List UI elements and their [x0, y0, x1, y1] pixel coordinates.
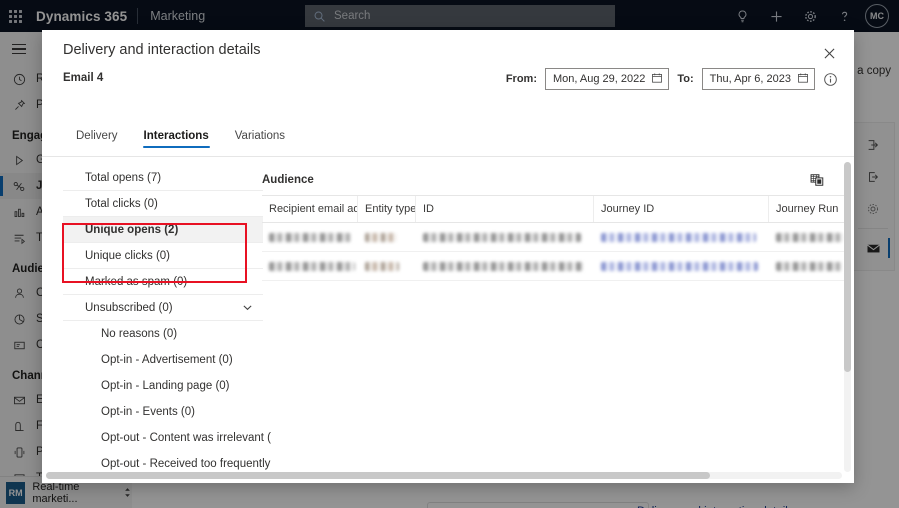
- dialog-tabs: Delivery Interactions Variations: [63, 126, 298, 150]
- metric-optout-content-irrelevant[interactable]: Opt-out - Content was irrelevant (: [63, 425, 271, 451]
- metric-label: Opt-out - Received too frequently: [101, 458, 271, 470]
- column-header-id[interactable]: ID: [416, 196, 594, 222]
- column-header-recipient-email-address[interactable]: Recipient email address: [262, 196, 358, 222]
- cell-entity-type: [358, 252, 416, 280]
- dialog-horizontal-scrollbar[interactable]: [46, 472, 842, 479]
- chevron-down-icon[interactable]: [242, 302, 253, 313]
- to-date-value: Thu, Apr 6, 2023: [709, 73, 791, 85]
- tab-variations[interactable]: Variations: [222, 126, 298, 150]
- cell-id: [416, 223, 594, 251]
- to-date-picker[interactable]: Thu, Apr 6, 2023: [701, 68, 815, 90]
- audience-header: Audience: [262, 165, 846, 195]
- metric-label: No reasons (0): [101, 328, 178, 340]
- cell-entity-type: [358, 223, 416, 251]
- tab-delivery[interactable]: Delivery: [63, 126, 131, 150]
- metric-total-opens[interactable]: Total opens (7): [63, 165, 263, 191]
- metric-unique-clicks[interactable]: Unique clicks (0): [63, 243, 263, 269]
- cell-journey-id: [594, 223, 769, 251]
- interaction-metric-list: Total opens (7) Total clicks (0) Unique …: [63, 165, 271, 477]
- audience-title: Audience: [262, 174, 314, 186]
- cell-id: [416, 252, 594, 280]
- table-row[interactable]: [262, 252, 846, 281]
- metric-label: Unsubscribed (0): [85, 301, 173, 314]
- cell-journey-run: [769, 252, 846, 280]
- metric-label: Opt-in - Advertisement (0): [101, 354, 233, 366]
- info-icon[interactable]: [823, 72, 838, 87]
- cell-journey-run: [769, 223, 846, 251]
- metric-label: Total clicks (0): [85, 197, 158, 210]
- dialog-vertical-scrollbar[interactable]: [844, 162, 851, 472]
- from-date-value: Mon, Aug 29, 2022: [553, 73, 646, 85]
- metric-label: Opt-in - Events (0): [101, 406, 195, 418]
- to-label: To:: [677, 73, 694, 85]
- email-name-label: Email 4: [63, 72, 104, 84]
- metric-label: Total opens (7): [85, 171, 162, 184]
- metric-marked-as-spam[interactable]: Marked as spam (0): [63, 269, 263, 295]
- metric-label: Unique clicks (0): [85, 249, 170, 262]
- audience-table-header: Recipient email address Entity type ID J…: [262, 195, 846, 223]
- scroll-thumb[interactable]: [844, 162, 851, 372]
- metric-optin-events[interactable]: Opt-in - Events (0): [63, 399, 263, 425]
- metric-unique-opens[interactable]: Unique opens (2): [63, 217, 263, 243]
- calendar-icon: [651, 72, 663, 87]
- from-label: From:: [505, 73, 537, 85]
- metric-no-reasons[interactable]: No reasons (0): [63, 321, 263, 347]
- close-button[interactable]: [816, 40, 842, 66]
- dialog-title: Delivery and interaction details: [63, 42, 261, 58]
- date-range-controls: From: Mon, Aug 29, 2022 To: Thu, Apr 6, …: [506, 68, 838, 90]
- cell-journey-id: [594, 252, 769, 280]
- tab-interactions[interactable]: Interactions: [131, 126, 222, 150]
- metric-label: Opt-in - Landing page (0): [101, 380, 230, 392]
- metric-total-clicks[interactable]: Total clicks (0): [63, 191, 263, 217]
- cell-recipient-email-address: [262, 252, 358, 280]
- metric-optin-advertisement[interactable]: Opt-in - Advertisement (0): [63, 347, 263, 373]
- audience-panel: Audience Recipient email address Entity …: [262, 165, 846, 281]
- calendar-icon: [797, 72, 809, 87]
- dialog-body: Total opens (7) Total clicks (0) Unique …: [42, 157, 854, 483]
- column-header-entity-type[interactable]: Entity type: [358, 196, 416, 222]
- cell-recipient-email-address: [262, 223, 358, 251]
- metric-label: Unique opens (2): [85, 223, 179, 236]
- column-header-journey-id[interactable]: Journey ID: [594, 196, 769, 222]
- app-root: Recent Pinned Engagement Get started Jou…: [0, 0, 899, 508]
- metric-label: Marked as spam (0): [85, 275, 188, 288]
- export-to-excel-icon[interactable]: [810, 173, 836, 187]
- metric-label: Opt-out - Content was irrelevant (: [101, 432, 272, 444]
- table-row[interactable]: [262, 223, 846, 252]
- metric-unsubscribed[interactable]: Unsubscribed (0): [63, 295, 263, 321]
- metric-optin-landing-page[interactable]: Opt-in - Landing page (0): [63, 373, 263, 399]
- from-date-picker[interactable]: Mon, Aug 29, 2022: [545, 68, 670, 90]
- column-header-journey-run[interactable]: Journey Run: [769, 196, 846, 222]
- delivery-and-interaction-details-dialog: Delivery and interaction details Email 4…: [42, 30, 854, 483]
- scroll-thumb[interactable]: [46, 472, 710, 479]
